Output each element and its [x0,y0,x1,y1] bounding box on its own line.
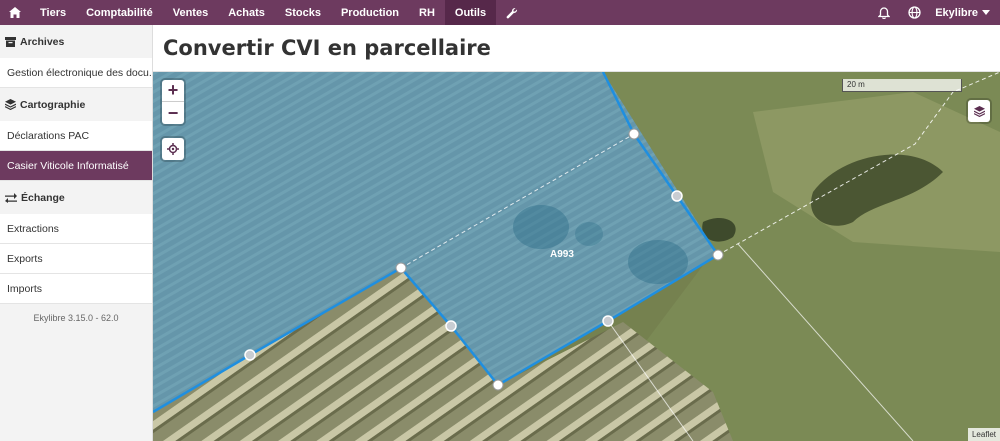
nav-tiers[interactable]: Tiers [30,0,76,25]
home-button[interactable] [0,0,30,25]
zoom-in-button[interactable]: + [162,80,184,102]
user-menu[interactable]: Ekylibre [929,7,1000,19]
locate-button[interactable] [162,138,184,160]
parcel-label: A993 [550,249,574,260]
user-name: Ekylibre [935,6,978,19]
home-icon [9,7,21,18]
nav-achats[interactable]: Achats [218,0,275,25]
nav-comptabilite[interactable]: Comptabilité [76,0,163,25]
sidebar-item-exports[interactable]: Exports [0,244,152,274]
map-attribution-link[interactable]: Leaflet [967,428,1000,441]
top-navbar: Tiers Comptabilité Ventes Achats Stocks … [0,0,1000,25]
scale-bar: 20 m [842,79,962,92]
section-echange: Échange [0,181,152,214]
sidebar-item-imports[interactable]: Imports [0,274,152,304]
zoom-out-button[interactable]: − [162,102,184,124]
user-area: Ekylibre [869,0,1000,25]
nav-ventes[interactable]: Ventes [163,0,218,25]
page-header: Convertir CVI en parcellaire [153,25,1000,72]
section-archives: Archives [0,25,152,58]
language-button[interactable] [899,0,929,25]
layers-icon [5,99,16,110]
satellite-map [153,72,1000,441]
bell-icon [878,6,891,19]
page-title: Convertir CVI en parcellaire [163,36,491,60]
map-view[interactable]: A993 + − 20 m Leaflet [153,72,1000,441]
caret-down-icon [982,10,990,15]
nav-production[interactable]: Production [331,0,409,25]
section-title: Archives [20,35,65,48]
sidebar: Archives Gestion électronique des docu..… [0,25,153,441]
nav-outils[interactable]: Outils [444,0,497,25]
notifications-button[interactable] [869,0,899,25]
wrench-icon [506,7,518,18]
globe-icon [908,6,921,19]
sidebar-item-declarations-pac[interactable]: Déclarations PAC [0,121,152,151]
archive-icon [5,36,16,47]
layers-button[interactable] [968,100,990,122]
nav-rh[interactable]: RH [409,0,445,25]
sidebar-item-documents[interactable]: Gestion électronique des docu... [0,58,152,88]
nav-stocks[interactable]: Stocks [275,0,331,25]
settings-button[interactable] [496,0,528,25]
zoom-control: + − [162,80,184,124]
crosshair-icon [167,143,179,155]
section-title: Échange [21,191,65,204]
section-title: Cartographie [20,98,86,111]
layers-icon [973,105,985,117]
sidebar-item-extractions[interactable]: Extractions [0,214,152,244]
exchange-icon [5,192,17,203]
sidebar-item-casier-viticole[interactable]: Casier Viticole Informatisé [0,151,152,181]
version-text: Ekylibre 3.15.0 - 62.0 [33,313,119,323]
main-menu: Tiers Comptabilité Ventes Achats Stocks … [0,0,528,25]
section-cartographie: Cartographie [0,88,152,121]
